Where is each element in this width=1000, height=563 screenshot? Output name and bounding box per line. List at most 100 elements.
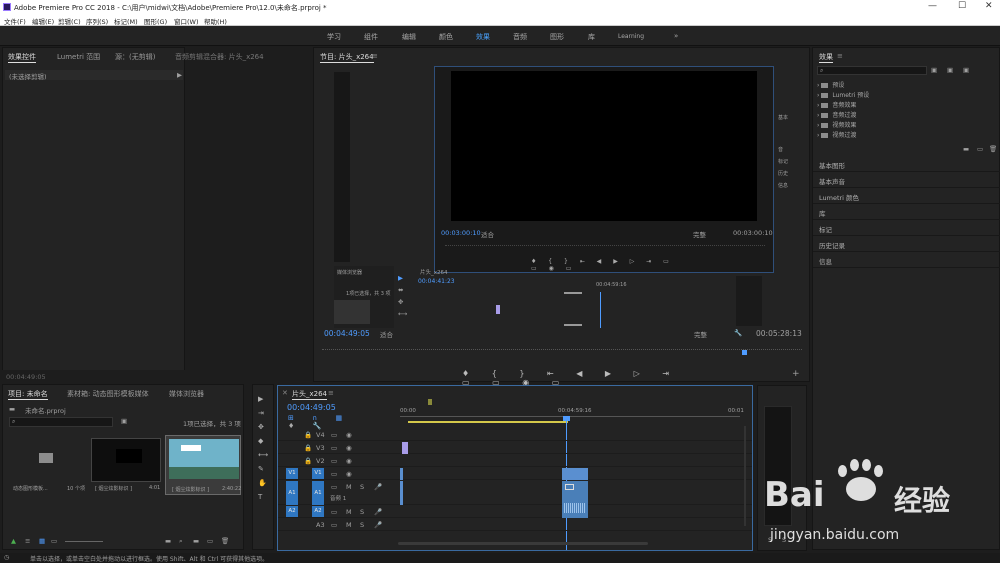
- menu-edit[interactable]: 编辑(E): [32, 16, 54, 26]
- menu-file[interactable]: 文件(F): [4, 16, 26, 26]
- effects-search-input[interactable]: ⌕: [817, 66, 927, 75]
- a1-source-toggle[interactable]: A1: [286, 481, 298, 505]
- panel-libraries[interactable]: 库: [813, 204, 1000, 220]
- resolution-dropdown[interactable]: 完整: [694, 329, 707, 339]
- a2-target-toggle[interactable]: A2: [312, 506, 324, 517]
- menu-window[interactable]: 窗口(W): [174, 16, 199, 26]
- new-item-icon[interactable]: ▭: [207, 537, 213, 545]
- lock-icon[interactable]: ▲: [11, 537, 16, 545]
- project-item-clip-1[interactable]: [ 烟尘炫影标识 ] 4:01: [89, 437, 163, 493]
- workspace-learning[interactable]: Learning: [618, 33, 644, 40]
- accelerated-effects-icon[interactable]: ▣: [931, 66, 937, 74]
- razor-tool-icon[interactable]: ◆: [258, 437, 263, 446]
- timeline-horizontal-scroll[interactable]: [398, 542, 648, 545]
- close-sequence-icon[interactable]: ✕: [282, 389, 288, 397]
- menu-sequence[interactable]: 序列(S): [86, 16, 108, 26]
- tab-effect-controls[interactable]: 效果控件: [8, 52, 36, 63]
- nested-fit-dropdown[interactable]: 适合: [481, 229, 494, 239]
- find-icon[interactable]: ⌕: [179, 537, 183, 546]
- timeline-playhead-timecode[interactable]: 00:04:49:05: [287, 403, 336, 412]
- program-transport-controls[interactable]: ♦ { } ⇤ ◀ ▶ ▷ ⇥ ▭ ▭ ◉ ▭: [462, 369, 692, 387]
- work-area-bar[interactable]: [408, 421, 568, 423]
- panel-lumetri-color[interactable]: Lumetri 颜色: [813, 188, 1000, 204]
- workspace-graphics[interactable]: 图形: [550, 32, 564, 42]
- settings-wrench-icon[interactable]: 🔧: [734, 329, 742, 337]
- hand-tool-icon[interactable]: ✋: [258, 479, 267, 488]
- delete-icon[interactable]: 🗑: [989, 145, 997, 153]
- workspace-learn[interactable]: 学习: [327, 32, 341, 42]
- tab-audio-clip-mixer[interactable]: 音频剪辑混合器: 片头_x264: [175, 52, 264, 62]
- expand-arrow-icon[interactable]: ▶: [177, 71, 182, 79]
- workspace-color[interactable]: 颜色: [439, 32, 453, 42]
- timeline-vertical-scroll[interactable]: [744, 426, 746, 526]
- timeline-menu-icon[interactable]: ≡: [328, 389, 334, 397]
- 32bit-effects-icon[interactable]: ▣: [947, 66, 953, 74]
- program-playhead-timecode[interactable]: 00:04:49:05: [324, 329, 370, 338]
- menu-marker[interactable]: 标记(M): [114, 16, 138, 26]
- effects-menu-icon[interactable]: ≡: [837, 52, 843, 60]
- tree-audio-transitions[interactable]: › 音频过渡: [817, 110, 856, 119]
- a1-clip-small[interactable]: [400, 481, 403, 505]
- type-tool-icon[interactable]: T: [258, 493, 262, 502]
- nested-scrub-ruler[interactable]: [445, 245, 765, 251]
- workspace-effects[interactable]: 效果: [476, 32, 490, 42]
- track-select-tool-icon[interactable]: ⇥: [258, 409, 264, 418]
- v1-clip-small[interactable]: [400, 468, 403, 480]
- a1-clip-main[interactable]: [562, 481, 588, 518]
- new-bin-icon[interactable]: ▣: [121, 417, 127, 425]
- slip-tool-icon[interactable]: ⟷: [258, 451, 268, 460]
- v1-source-toggle[interactable]: V1: [286, 468, 298, 479]
- panel-essential-graphics[interactable]: 基本图形: [813, 156, 1000, 172]
- timeline-ruler[interactable]: [400, 416, 740, 420]
- pen-tool-icon[interactable]: ✎: [258, 465, 264, 474]
- panel-essential-sound[interactable]: 基本声音: [813, 172, 1000, 188]
- v1-target-toggle[interactable]: V1: [312, 468, 324, 479]
- tab-lumetri-scopes[interactable]: Lumetri 范围: [57, 52, 100, 62]
- v1-clip-main[interactable]: [562, 468, 588, 480]
- minimize-icon[interactable]: —: [928, 1, 937, 11]
- new-bin-bottom-icon[interactable]: ▬: [193, 537, 199, 545]
- timeline-toolbar[interactable]: ⊞ ∩ ▦ ♦ 🔧: [288, 414, 368, 430]
- panel-menu-icon[interactable]: ≡: [372, 52, 378, 60]
- v3-clip[interactable]: [402, 442, 408, 454]
- project-item-clip-2[interactable]: [ 烟尘炫影标识 ] 2:40:22: [165, 435, 241, 495]
- new-preset-icon[interactable]: ▭: [977, 145, 983, 153]
- program-scrub-ruler[interactable]: [322, 349, 802, 357]
- tree-lumetri-presets[interactable]: › Lumetri 预设: [817, 90, 869, 99]
- list-view-icon[interactable]: ≡: [25, 537, 30, 545]
- tab-source[interactable]: 源：(无剪辑): [115, 52, 155, 62]
- fit-dropdown[interactable]: 适合: [380, 329, 393, 339]
- project-search-input[interactable]: ⌕: [9, 417, 113, 427]
- tab-bin[interactable]: 素材箱: 动态图形模板媒体: [67, 389, 149, 399]
- workspace-audio[interactable]: 音频: [513, 32, 527, 42]
- tree-video-effects[interactable]: › 视频效果: [817, 120, 856, 129]
- nested-transport-controls[interactable]: ♦ { } ⇤ ◀ ▶ ▷ ⇥ ▭ ▭ ◉ ▭: [531, 258, 681, 272]
- automate-icon[interactable]: ▬: [165, 537, 171, 545]
- program-playhead[interactable]: [742, 350, 747, 355]
- a1-target-toggle[interactable]: A1: [312, 481, 324, 505]
- playhead-handle[interactable]: [563, 416, 570, 421]
- freeform-view-icon[interactable]: ▭: [51, 537, 57, 545]
- new-bin-effects-icon[interactable]: ▬: [963, 145, 969, 153]
- clear-icon[interactable]: 🗑: [221, 537, 229, 545]
- panel-info[interactable]: 信息: [813, 252, 1000, 268]
- ripple-edit-tool-icon[interactable]: ✥: [258, 423, 264, 432]
- panel-markers[interactable]: 标记: [813, 220, 1000, 236]
- tree-video-transitions[interactable]: › 视频过渡: [817, 130, 856, 139]
- add-button-icon[interactable]: +: [792, 369, 800, 379]
- yuv-effects-icon[interactable]: ▣: [963, 66, 969, 74]
- workspace-editing[interactable]: 编辑: [402, 32, 416, 42]
- a2-source-toggle[interactable]: A2: [286, 506, 298, 517]
- tab-sequence[interactable]: 片头_x264: [292, 389, 328, 400]
- menu-graphics[interactable]: 图形(G): [144, 16, 167, 26]
- icon-view-icon[interactable]: ▦: [39, 537, 45, 545]
- selection-tool-icon[interactable]: ▶: [258, 395, 263, 404]
- menu-clip[interactable]: 剪辑(C): [58, 16, 81, 26]
- workspace-more-icon[interactable]: »: [674, 32, 678, 40]
- project-item-bin[interactable]: 动态图形模板... 10 个项: [9, 437, 85, 493]
- close-icon[interactable]: ✕: [985, 1, 993, 11]
- nested-full-dropdown[interactable]: 完整: [693, 229, 706, 239]
- maximize-icon[interactable]: ☐: [958, 1, 966, 11]
- tab-media-browser[interactable]: 媒体浏览器: [169, 389, 204, 399]
- tree-presets[interactable]: › 预设: [817, 80, 844, 89]
